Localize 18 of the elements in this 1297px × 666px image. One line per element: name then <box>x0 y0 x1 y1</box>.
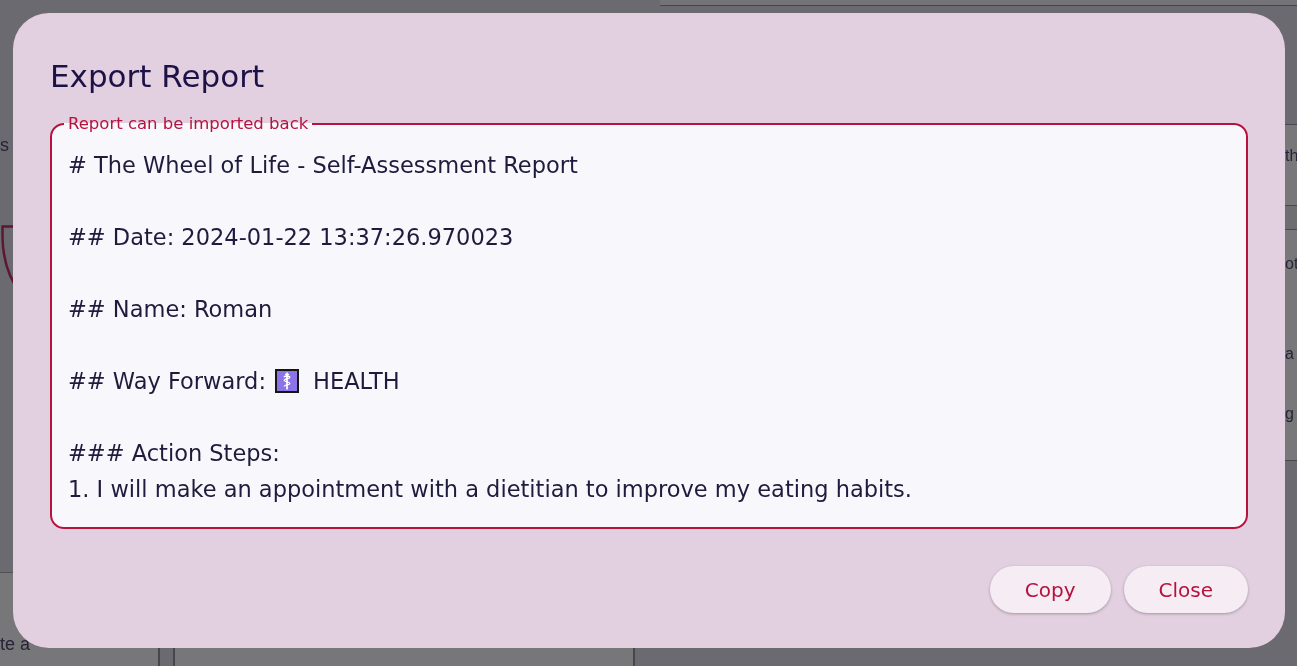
copy-button[interactable]: Copy <box>989 566 1111 613</box>
report-value: HEALTH <box>313 367 400 396</box>
report-line: ## Way Forward: <box>68 367 266 396</box>
report-text-field[interactable] <box>50 115 1248 529</box>
background-text: a <box>1285 344 1294 364</box>
report-line: 1. I will make an appointment with a dietitian to improve my eating habits. <box>68 475 912 504</box>
background-text: th <box>1285 146 1297 166</box>
background-text: g <box>1285 404 1294 424</box>
report-line: ### Action Steps: <box>68 439 280 468</box>
report-line: ## Name: Roman <box>68 295 273 324</box>
close-button[interactable]: Close <box>1123 566 1248 613</box>
background-text: te a <box>0 633 31 656</box>
report-line: ## Date: 2024-01-22 13:37:26.970023 <box>68 223 514 252</box>
dialog-title: Export Report <box>50 57 265 95</box>
report-line: # The Wheel of Life - Self-Assessment Report <box>68 151 578 180</box>
background-text: s <box>0 134 9 157</box>
medical-symbol-icon <box>275 369 299 393</box>
field-label: Report can be imported back <box>67 115 310 133</box>
